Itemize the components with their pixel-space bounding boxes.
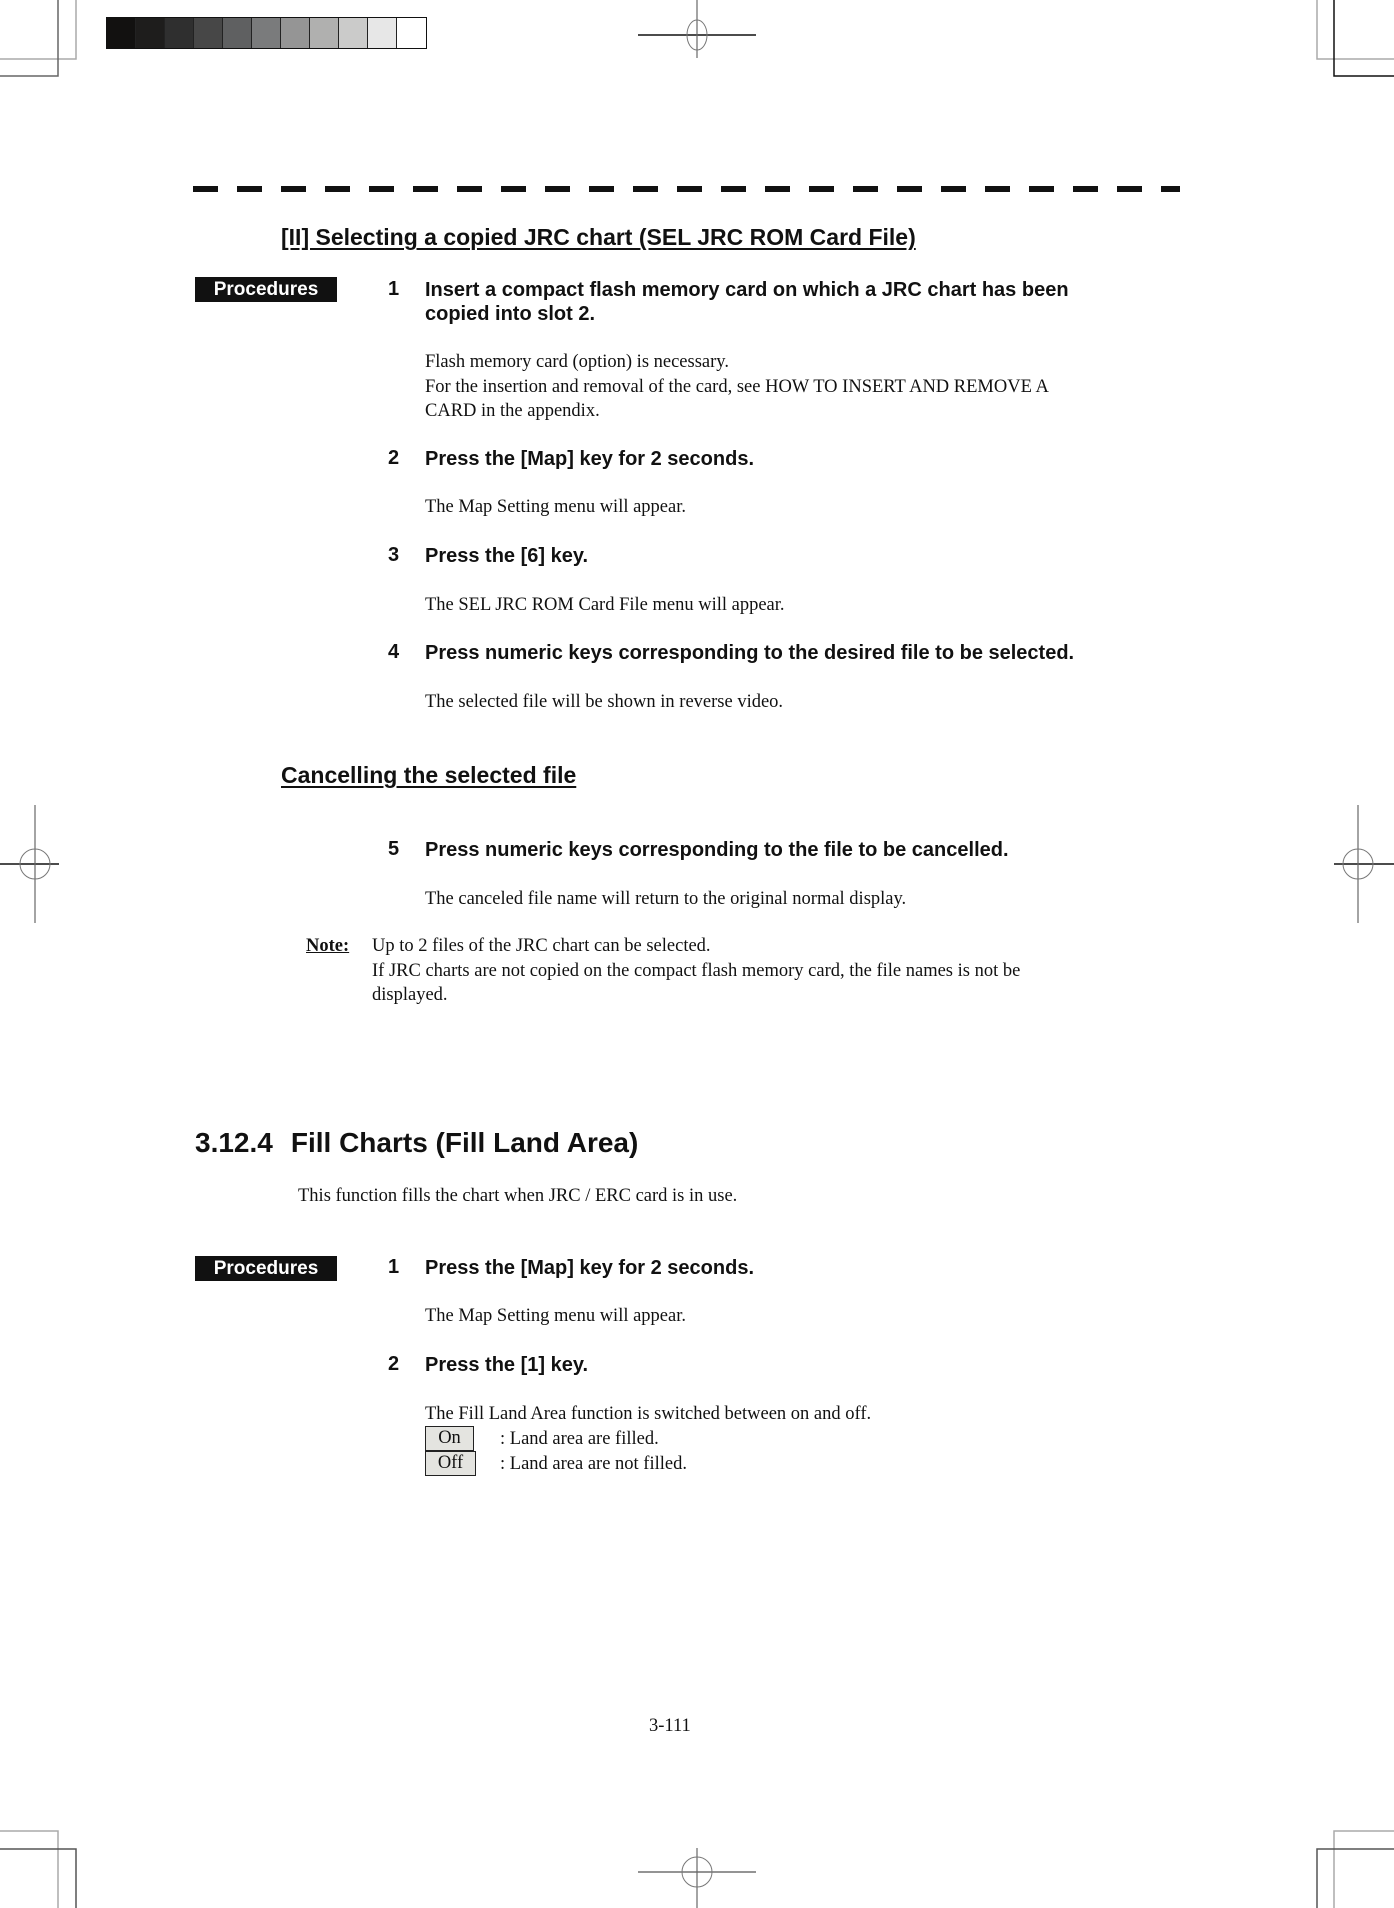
note-line: Up to 2 files of the JRC chart can be se…: [372, 936, 711, 956]
section-intro: This function fills the chart when JRC /…: [298, 1186, 738, 1206]
crosshair-bottom-icon: [638, 1848, 756, 1908]
note-label: Note:: [306, 936, 350, 956]
step-number: 1: [388, 278, 400, 300]
step-description: The canceled file name will return to th…: [425, 889, 907, 909]
section-title: Fill Charts (Fill Land Area): [290, 1127, 639, 1158]
step-description: The selected file will be shown in rever…: [425, 692, 784, 712]
step-title: Insert a compact flash memory card on wh…: [425, 278, 1069, 326]
description-line: CARD in the appendix.: [425, 401, 600, 421]
gray-scale-bar: [106, 17, 427, 49]
gray-swatch: [310, 18, 339, 48]
crop-mark-top-left: [0, 0, 77, 77]
step-number: 4: [388, 641, 400, 663]
toggle-off-label: Off: [425, 1451, 476, 1476]
step-description: The Map Setting menu will appear.: [425, 1306, 686, 1326]
gray-swatch: [136, 18, 165, 48]
procedures-badge: Procedures: [195, 277, 337, 302]
description-line: Flash memory card (option) is necessary.: [425, 352, 729, 372]
gray-swatch: [107, 18, 136, 48]
procedures-badge: Procedures: [195, 1256, 337, 1281]
gray-swatch: [194, 18, 223, 48]
gray-swatch: [223, 18, 252, 48]
toggle-on-description: : Land area are filled.: [500, 1429, 659, 1449]
step-number: 3: [388, 544, 400, 566]
crop-mark-bottom-right: [1316, 1830, 1394, 1908]
step-title: Press numeric keys corresponding to the …: [425, 642, 1075, 664]
step-number: 5: [388, 838, 400, 860]
note-text: Up to 2 files of the JRC chart can be se…: [372, 934, 1020, 1008]
step-description: The Fill Land Area function is switched …: [425, 1404, 872, 1424]
gray-swatch: [165, 18, 194, 48]
cancel-heading: Cancelling the selected file: [281, 762, 577, 788]
crosshair-top-icon: [638, 0, 756, 58]
step-number: 2: [388, 1353, 400, 1375]
gray-swatch: [281, 18, 310, 48]
step-title: Press the [Map] key for 2 seconds.: [425, 448, 755, 470]
page-number: 3-111: [649, 1716, 691, 1736]
note-line: If JRC charts are not copied on the comp…: [372, 960, 1021, 981]
step-title: Press the [1] key.: [425, 1354, 589, 1376]
step-number: 1: [388, 1256, 400, 1278]
step-title: Press the [6] key.: [425, 545, 589, 567]
step-title-line: copied into slot 2.: [425, 303, 596, 325]
step-title-line: Insert a compact flash memory card on wh…: [425, 279, 1069, 301]
note-line: displayed.: [372, 985, 448, 1005]
crosshair-right-icon: [1334, 805, 1394, 923]
step-description: The SEL JRC ROM Card File menu will appe…: [425, 595, 785, 615]
toggle-on-label: On: [425, 1426, 474, 1451]
crop-mark-bottom-left: [0, 1830, 77, 1908]
crop-mark-top-right: [1316, 0, 1394, 77]
section-heading: 3.12.4 Fill Charts (Fill Land Area): [195, 1127, 638, 1159]
toggle-off-description: : Land area are not filled.: [500, 1454, 687, 1474]
description-line: For the insertion and removal of the car…: [425, 376, 1049, 397]
step-description: Flash memory card (option) is necessary.…: [425, 350, 1049, 424]
step-number: 2: [388, 447, 400, 469]
dashed-separator: [193, 186, 1180, 192]
step-title: Press the [Map] key for 2 seconds.: [425, 1257, 755, 1279]
step-title: Press numeric keys corresponding to the …: [425, 839, 1009, 861]
gray-swatch: [397, 18, 426, 48]
gray-swatch: [252, 18, 281, 48]
subsection-heading: [II] Selecting a copied JRC chart (SEL J…: [281, 224, 916, 250]
gray-swatch: [339, 18, 368, 48]
gray-swatch: [368, 18, 397, 48]
section-number: 3.12.4: [195, 1127, 273, 1158]
step-description: The Map Setting menu will appear.: [425, 497, 686, 517]
crosshair-left-icon: [0, 805, 59, 923]
